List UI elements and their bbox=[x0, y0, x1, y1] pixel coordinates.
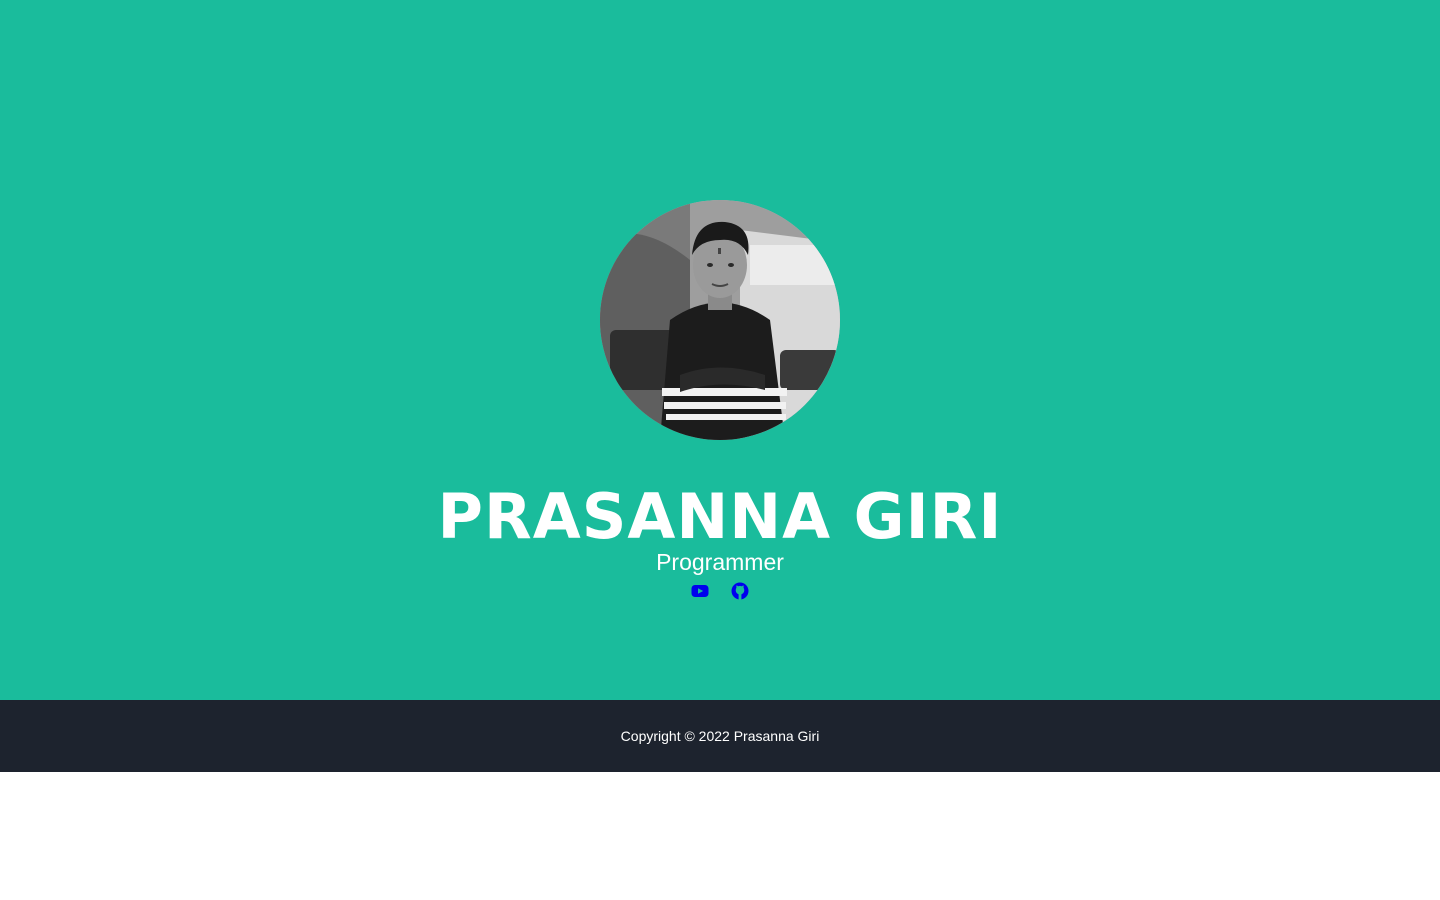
avatar bbox=[600, 200, 840, 440]
social-links bbox=[0, 582, 1440, 602]
youtube-link[interactable] bbox=[691, 582, 709, 600]
github-icon bbox=[731, 582, 749, 600]
copyright-text: Copyright © 2022 Prasanna Giri bbox=[620, 728, 820, 744]
hero-section: PRASANNA GIRI Programmer bbox=[0, 0, 1440, 700]
youtube-icon bbox=[691, 585, 709, 597]
page-title: PRASANNA GIRI bbox=[437, 480, 1003, 553]
github-link[interactable] bbox=[731, 582, 749, 600]
profile-photo bbox=[600, 200, 840, 440]
subtitle: Programmer bbox=[656, 549, 784, 575]
